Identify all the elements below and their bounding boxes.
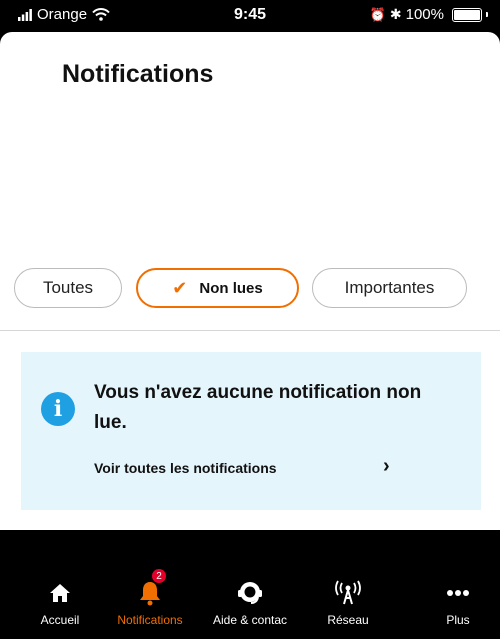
filter-all-button[interactable]: Toutes bbox=[14, 268, 122, 308]
battery-percentage: 100% bbox=[405, 6, 444, 23]
tab-aide-contact[interactable]: Aide & contac bbox=[200, 563, 300, 639]
page-title: Notifications bbox=[62, 60, 214, 88]
filter-label: Importantes bbox=[344, 278, 435, 297]
support-icon bbox=[238, 582, 262, 604]
filter-label: Toutes bbox=[42, 278, 94, 297]
status-bar: Orange 9:45 ⏰ ✱ 100% bbox=[0, 0, 500, 32]
home-icon bbox=[50, 584, 70, 602]
tab-icon-wrap bbox=[446, 575, 470, 611]
empty-state-card: i Vous n'avez aucune notification non lu… bbox=[21, 352, 481, 510]
checkmark-icon: ✔ bbox=[172, 277, 188, 298]
info-icon: i bbox=[41, 392, 75, 426]
filter-label: Non lues bbox=[199, 279, 263, 297]
notification-badge: 2 bbox=[152, 569, 166, 583]
notifications-screen: Notifications Toutes ✔ Non lues Importan… bbox=[0, 32, 500, 530]
tab-label: Réseau bbox=[327, 613, 369, 627]
chevron-right-icon[interactable]: › bbox=[383, 455, 390, 478]
tab-label: Plus bbox=[446, 613, 470, 627]
alarm-icon: ⏰ bbox=[369, 6, 386, 22]
battery-icon bbox=[452, 7, 482, 22]
bell-icon bbox=[140, 582, 160, 606]
antenna-icon bbox=[335, 580, 361, 605]
see-all-notifications-link[interactable]: Voir toutes les notifications bbox=[94, 456, 404, 480]
bottom-tab-bar: Accueil 2 Notifications Aide & contac Ré… bbox=[0, 563, 500, 639]
battery-tip bbox=[486, 12, 488, 17]
tab-icon-wrap bbox=[334, 575, 362, 611]
tab-icon-wrap bbox=[49, 575, 71, 611]
empty-state-message: Vous n'avez aucune notification non lue. bbox=[94, 382, 422, 433]
tab-label: Aide & contac bbox=[212, 613, 288, 627]
tab-icon-wrap bbox=[237, 575, 263, 611]
tab-reseau[interactable]: Réseau bbox=[298, 563, 398, 639]
filter-unread-button[interactable]: ✔ Non lues bbox=[136, 268, 299, 308]
tab-label: Notifications bbox=[117, 613, 183, 627]
more-icon bbox=[447, 590, 469, 596]
filter-important-button[interactable]: Importantes bbox=[312, 268, 467, 308]
divider bbox=[0, 330, 500, 331]
status-right: ⏰ ✱ 100% bbox=[370, 6, 488, 23]
tab-notifications[interactable]: 2 Notifications bbox=[100, 563, 200, 639]
tab-accueil[interactable]: Accueil bbox=[10, 563, 110, 639]
bluetooth-icon: ✱ bbox=[389, 6, 402, 22]
filter-row: Toutes ✔ Non lues Importantes bbox=[14, 268, 486, 312]
tab-plus[interactable]: Plus bbox=[408, 563, 500, 639]
tab-label: Accueil bbox=[40, 613, 80, 627]
tab-icon-wrap: 2 bbox=[138, 569, 166, 611]
